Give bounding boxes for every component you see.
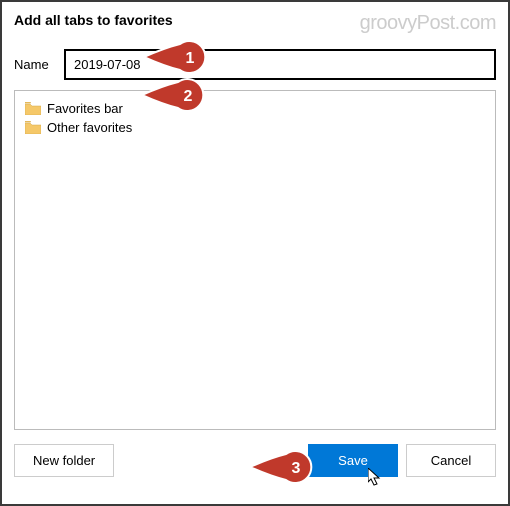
watermark-text: groovyPost.com xyxy=(360,12,496,35)
save-button[interactable]: Save xyxy=(308,444,398,477)
folder-item-favorites-bar[interactable]: Favorites bar xyxy=(21,99,489,118)
dialog-window: Add all tabs to favorites groovyPost.com… xyxy=(0,0,510,506)
dialog-title: Add all tabs to favorites xyxy=(14,12,173,28)
name-label: Name xyxy=(14,57,54,72)
folder-label: Other favorites xyxy=(47,120,132,135)
right-button-group: Save Cancel xyxy=(308,444,496,477)
new-folder-button[interactable]: New folder xyxy=(14,444,114,477)
cancel-button[interactable]: Cancel xyxy=(406,444,496,477)
folder-list[interactable]: Favorites bar Other favorites xyxy=(14,90,496,430)
folder-item-other-favorites[interactable]: Other favorites xyxy=(21,118,489,137)
folder-icon xyxy=(25,102,41,115)
name-input[interactable] xyxy=(64,49,496,80)
name-row: Name xyxy=(14,49,496,80)
dialog-footer: New folder Save Cancel xyxy=(14,444,496,477)
folder-label: Favorites bar xyxy=(47,101,123,116)
dialog-header: Add all tabs to favorites groovyPost.com xyxy=(14,12,496,35)
folder-icon xyxy=(25,121,41,134)
